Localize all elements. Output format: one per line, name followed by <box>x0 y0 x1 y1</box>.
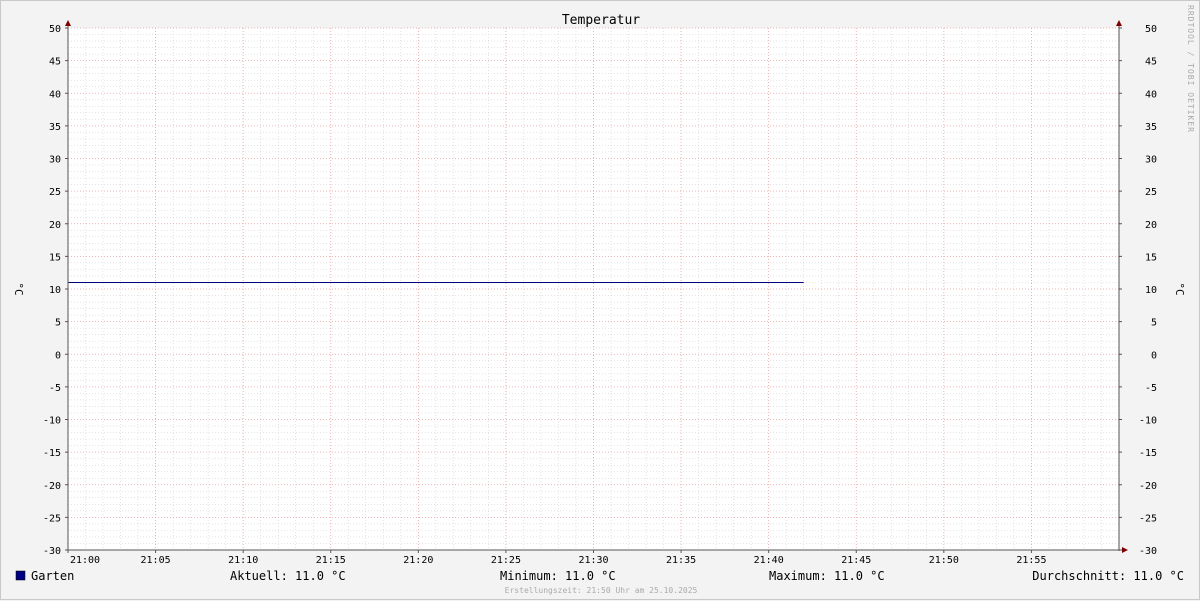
y-tick-label-left: -20 <box>43 481 61 492</box>
y-tick-labels-right: -30 -25 -20 -15 -10 -5 0 5 10 15 20 25 30 35 40 45 50 <box>1139 24 1157 557</box>
y-axis-label-left: °C <box>12 282 25 295</box>
y-tick-label-left: -5 <box>49 383 61 394</box>
x-tick-label: 21:05 <box>141 555 171 566</box>
chart-frame: -30 -25 -20 -15 -10 -5 0 5 10 15 20 25 30 35 40 45 50 -3… <box>0 0 1200 600</box>
y-tick-label-right: 35 <box>1145 122 1157 133</box>
y-axis-arrow-left <box>65 20 71 26</box>
y-tick-label-right: -30 <box>1139 546 1157 557</box>
y-tick-label-left: -25 <box>43 513 61 524</box>
footer-timestamp: Erstellungszeit: 21:50 Uhr am 25.10.2025 <box>505 586 698 595</box>
y-tick-label-left: -30 <box>43 546 61 557</box>
y-axis-arrow-right <box>1116 20 1122 26</box>
y-tick-label-left: 0 <box>55 350 61 361</box>
x-tick-label: 21:20 <box>403 555 433 566</box>
y-tick-label-left: 25 <box>49 187 61 198</box>
x-tick-label: 21:45 <box>841 555 871 566</box>
legend-maximum: Maximum: 11.0 °C <box>769 569 885 583</box>
y-tick-label-right: 10 <box>1145 285 1157 296</box>
x-tick-label: 21:50 <box>929 555 959 566</box>
y-tick-label-right: 40 <box>1145 89 1157 100</box>
y-tick-label-right: 5 <box>1151 318 1157 329</box>
y-tick-label-left: 50 <box>49 24 61 35</box>
y-tick-label-right: -25 <box>1139 513 1157 524</box>
y-tick-label-left: 20 <box>49 220 61 231</box>
x-tick-label: 21:15 <box>316 555 346 566</box>
y-axis-label-right: °C <box>1173 282 1186 295</box>
x-tick-label: 21:00 <box>70 555 100 566</box>
x-axis-arrow <box>1122 547 1128 553</box>
y-tick-label-right: -10 <box>1139 416 1157 427</box>
y-tick-label-right: 25 <box>1145 187 1157 198</box>
y-tick-labels-left: -30 -25 -20 -15 -10 -5 0 5 10 15 20 25 30 35 40 45 50 <box>43 24 61 557</box>
legend-series-label: Garten <box>31 569 74 583</box>
y-tick-label-left: 45 <box>49 57 61 68</box>
y-tick-label-left: 15 <box>49 252 61 263</box>
y-tick-label-left: -10 <box>43 416 61 427</box>
x-tick-labels: 21:00 21:05 21:10 21:15 21:20 21:25 21:30 21:35… <box>70 555 1047 566</box>
legend-swatch-garten <box>15 570 26 581</box>
y-tick-label-left: 30 <box>49 155 61 166</box>
x-tick-label: 21:40 <box>754 555 784 566</box>
legend-minimum: Minimum: 11.0 °C <box>500 569 616 583</box>
rrdtool-credit: RRDTOOL / TOBI OETIKER <box>1186 5 1195 133</box>
y-tick-label-right: -15 <box>1139 448 1157 459</box>
y-tick-label-left: -15 <box>43 448 61 459</box>
y-tick-label-right: -5 <box>1145 383 1157 394</box>
x-tick-label: 21:30 <box>578 555 608 566</box>
x-tick-label: 21:10 <box>228 555 258 566</box>
chart-title: Temperatur <box>562 13 640 28</box>
y-tick-label-left: 5 <box>55 318 61 329</box>
x-tick-label: 21:35 <box>666 555 696 566</box>
x-tick-label: 21:25 <box>491 555 521 566</box>
y-tick-label-left: 10 <box>49 285 61 296</box>
y-tick-label-right: -20 <box>1139 481 1157 492</box>
y-tick-label-right: 50 <box>1145 24 1157 35</box>
y-tick-label-right: 20 <box>1145 220 1157 231</box>
y-tick-label-right: 45 <box>1145 57 1157 68</box>
legend-aktuell: Aktuell: 11.0 °C <box>230 569 346 583</box>
y-tick-label-right: 15 <box>1145 252 1157 263</box>
y-tick-label-left: 40 <box>49 89 61 100</box>
y-tick-label-right: 30 <box>1145 155 1157 166</box>
y-tick-label-left: 35 <box>49 122 61 133</box>
x-tick-label: 21:55 <box>1016 555 1046 566</box>
temperature-chart: -30-25-20-15-10-505101520253035404550 -3… <box>12 5 1195 595</box>
legend-durchschnitt: Durchschnitt: 11.0 °C <box>1032 569 1184 583</box>
y-tick-label-right: 0 <box>1151 350 1157 361</box>
